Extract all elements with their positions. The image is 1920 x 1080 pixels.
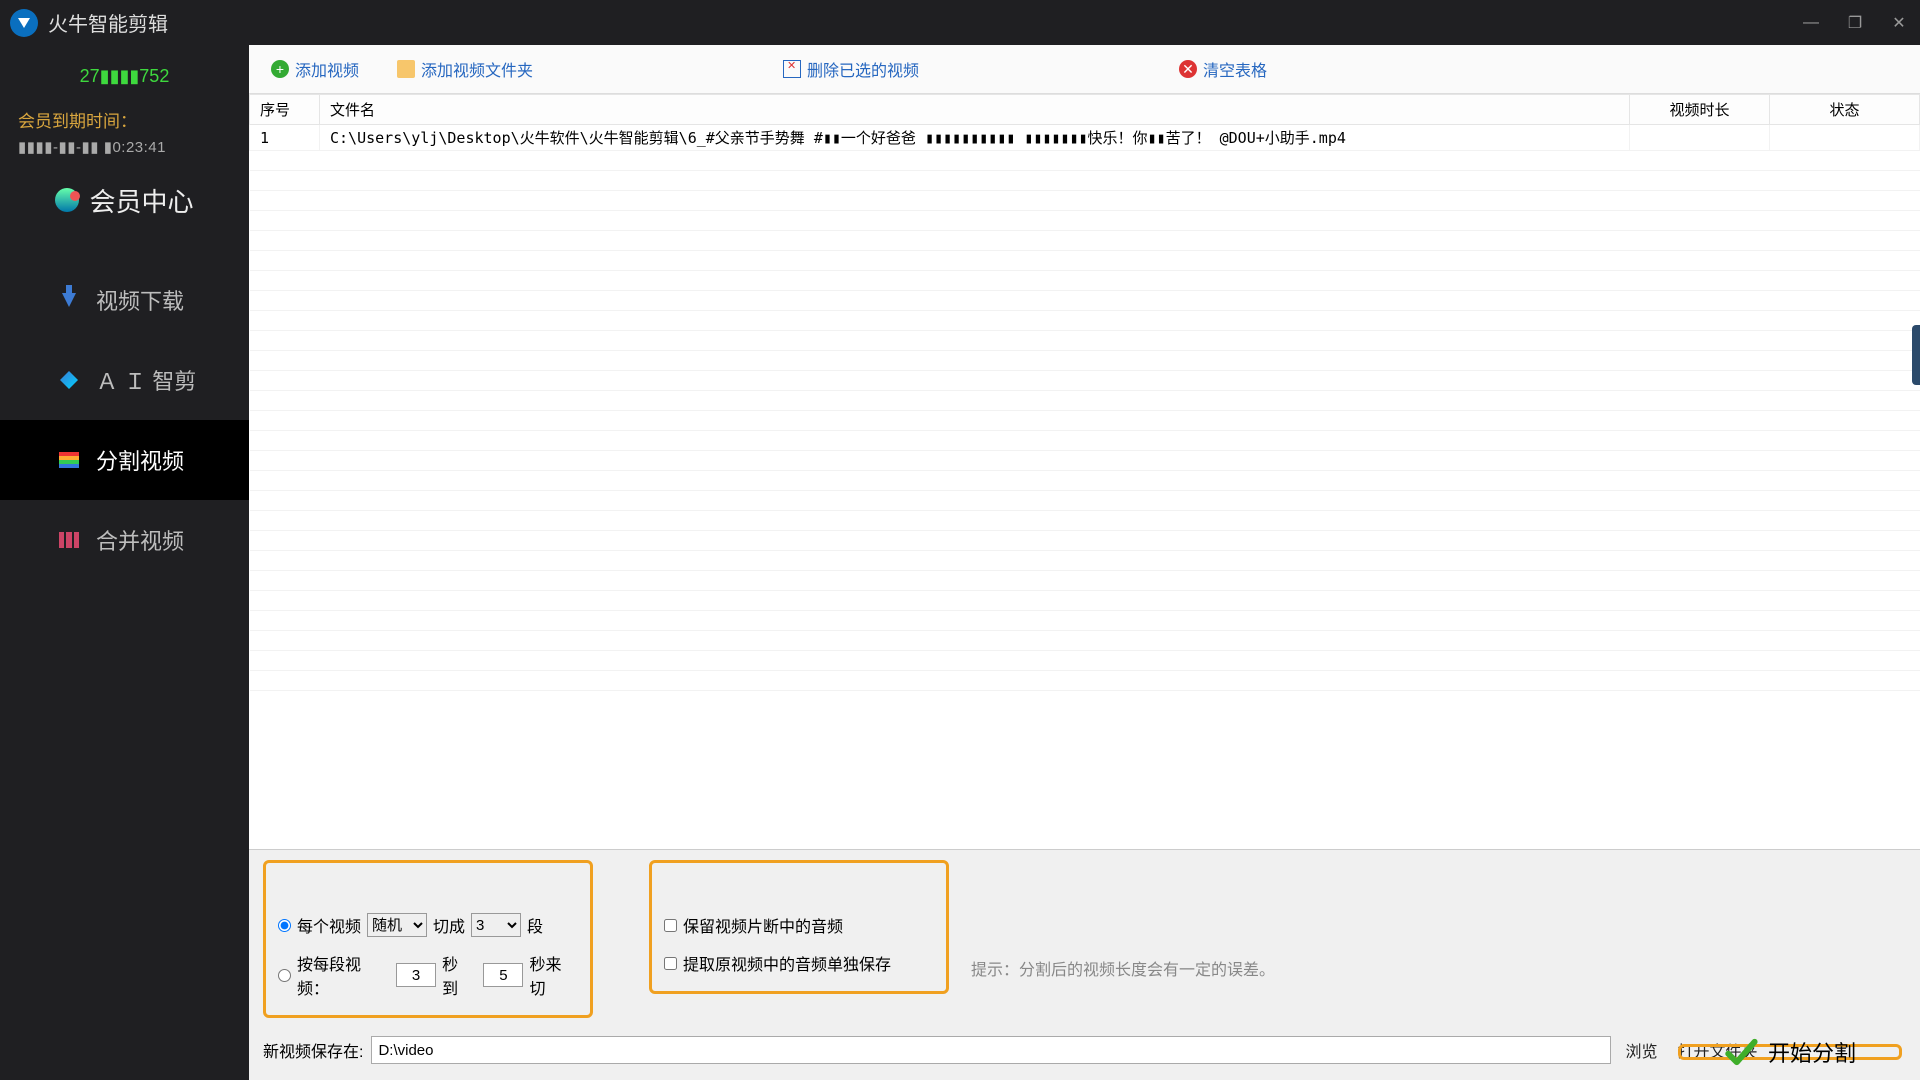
start-split-button[interactable]: 开始分割: [1678, 1044, 1902, 1060]
sidebar-item-split[interactable]: 分割视频: [0, 420, 249, 500]
plus-icon: +: [271, 60, 289, 78]
add-folder-button[interactable]: 添加视频文件夹: [387, 57, 543, 81]
sidebar-item-merge[interactable]: 合并视频: [0, 500, 249, 580]
maximize-icon[interactable]: ❐: [1844, 12, 1866, 34]
member-center-icon: [55, 188, 79, 212]
toolbar: + 添加视频 添加视频文件夹 删除已选的视频 ✕ 清空表格: [249, 45, 1920, 93]
sidebar-item-label: 分割视频: [96, 444, 184, 476]
titlebar: 火牛智能剪辑 — ❐ ✕: [0, 0, 1920, 45]
member-center-link[interactable]: 会员中心: [0, 170, 249, 230]
hint-text: 提示：分割后的视频长度会有一定的误差。: [971, 956, 1275, 980]
col-duration[interactable]: 视频时长: [1630, 95, 1770, 125]
output-path-input[interactable]: [371, 1036, 1611, 1064]
sidebar-item-download[interactable]: 视频下载: [0, 260, 249, 340]
split-mode-group: 每个视频 随机 切成 3 段 按每段视频： 秒: [263, 860, 593, 1018]
delete-icon: [783, 60, 801, 78]
start-split-label: 开始分割: [1768, 1036, 1856, 1068]
sidebar: 27▮▮▮▮752 会员到期时间： ▮▮▮▮-▮▮-▮▮ ▮0:23:41 会员…: [0, 45, 249, 1080]
sidebar-item-ai-cut[interactable]: Ａ Ｉ 智剪: [0, 340, 249, 420]
extract-audio-checkbox[interactable]: [664, 957, 677, 970]
clear-table-button[interactable]: ✕ 清空表格: [1169, 57, 1277, 81]
output-label: 新视频保存在:: [263, 1038, 363, 1062]
add-folder-label: 添加视频文件夹: [421, 57, 533, 81]
segments-suffix: 段: [527, 913, 543, 937]
sidebar-item-label: 视频下载: [96, 284, 184, 316]
close-icon[interactable]: ✕: [1888, 12, 1910, 34]
file-table-container[interactable]: 序号 文件名 视频时长 状态 1C:\Users\ylj\Desktop\火牛软…: [249, 93, 1920, 849]
per-video-label: 每个视频: [297, 913, 361, 937]
delete-selected-label: 删除已选的视频: [807, 57, 919, 81]
side-handle[interactable]: [1912, 325, 1920, 385]
col-filename[interactable]: 文件名: [320, 95, 1630, 125]
options-panel: 每个视频 随机 切成 3 段 按每段视频： 秒: [249, 849, 1920, 1080]
app-logo-icon: [10, 9, 38, 37]
main-panel: + 添加视频 添加视频文件夹 删除已选的视频 ✕ 清空表格: [249, 45, 1920, 1080]
clear-icon: ✕: [1179, 60, 1197, 78]
extract-audio-label: 提取原视频中的音频单独保存: [683, 951, 891, 975]
check-icon: [1724, 1035, 1758, 1069]
minimize-icon[interactable]: —: [1800, 12, 1822, 34]
split-icon: [58, 449, 80, 471]
app-title: 火牛智能剪辑: [48, 8, 168, 37]
add-video-label: 添加视频: [295, 57, 359, 81]
col-index[interactable]: 序号: [250, 95, 320, 125]
delete-selected-button[interactable]: 删除已选的视频: [773, 57, 929, 81]
segments-select[interactable]: 3: [471, 913, 521, 937]
member-center-label: 会员中心: [89, 182, 193, 219]
clear-table-label: 清空表格: [1203, 57, 1267, 81]
keep-audio-label: 保留视频片断中的音频: [683, 913, 843, 937]
file-table: 序号 文件名 视频时长 状态 1C:\Users\ylj\Desktop\火牛软…: [249, 94, 1920, 711]
sec-mid-label: 秒 到: [442, 951, 477, 999]
keep-audio-checkbox[interactable]: [664, 919, 677, 932]
membership-label: 会员到期时间：: [0, 93, 249, 136]
col-status[interactable]: 状态: [1770, 95, 1920, 125]
download-icon: [58, 289, 80, 311]
mode-select[interactable]: 随机: [367, 913, 427, 937]
sec-from-input[interactable]: [396, 963, 436, 987]
ai-icon: [58, 369, 80, 391]
sidebar-item-label: 合并视频: [96, 524, 184, 556]
audio-options-group: 保留视频片断中的音频 提取原视频中的音频单独保存: [649, 860, 949, 994]
cut-into-label: 切成: [433, 913, 465, 937]
add-video-button[interactable]: + 添加视频: [261, 57, 369, 81]
sidebar-item-label: Ａ Ｉ 智剪: [96, 364, 196, 396]
user-id: 27▮▮▮▮752: [0, 60, 249, 93]
by-duration-label: 按每段视频：: [297, 951, 390, 999]
by-duration-radio[interactable]: [278, 969, 291, 982]
merge-icon: [58, 529, 80, 551]
table-row[interactable]: 1C:\Users\ylj\Desktop\火牛软件\火牛智能剪辑\6_#父亲节…: [250, 125, 1920, 151]
membership-time: ▮▮▮▮-▮▮-▮▮ ▮0:23:41: [0, 136, 249, 170]
sec-suffix-label: 秒来切: [529, 951, 576, 999]
folder-icon: [397, 60, 415, 78]
sec-to-input[interactable]: [483, 963, 523, 987]
browse-button[interactable]: 浏览: [1619, 1038, 1663, 1062]
per-video-radio[interactable]: [278, 919, 291, 932]
